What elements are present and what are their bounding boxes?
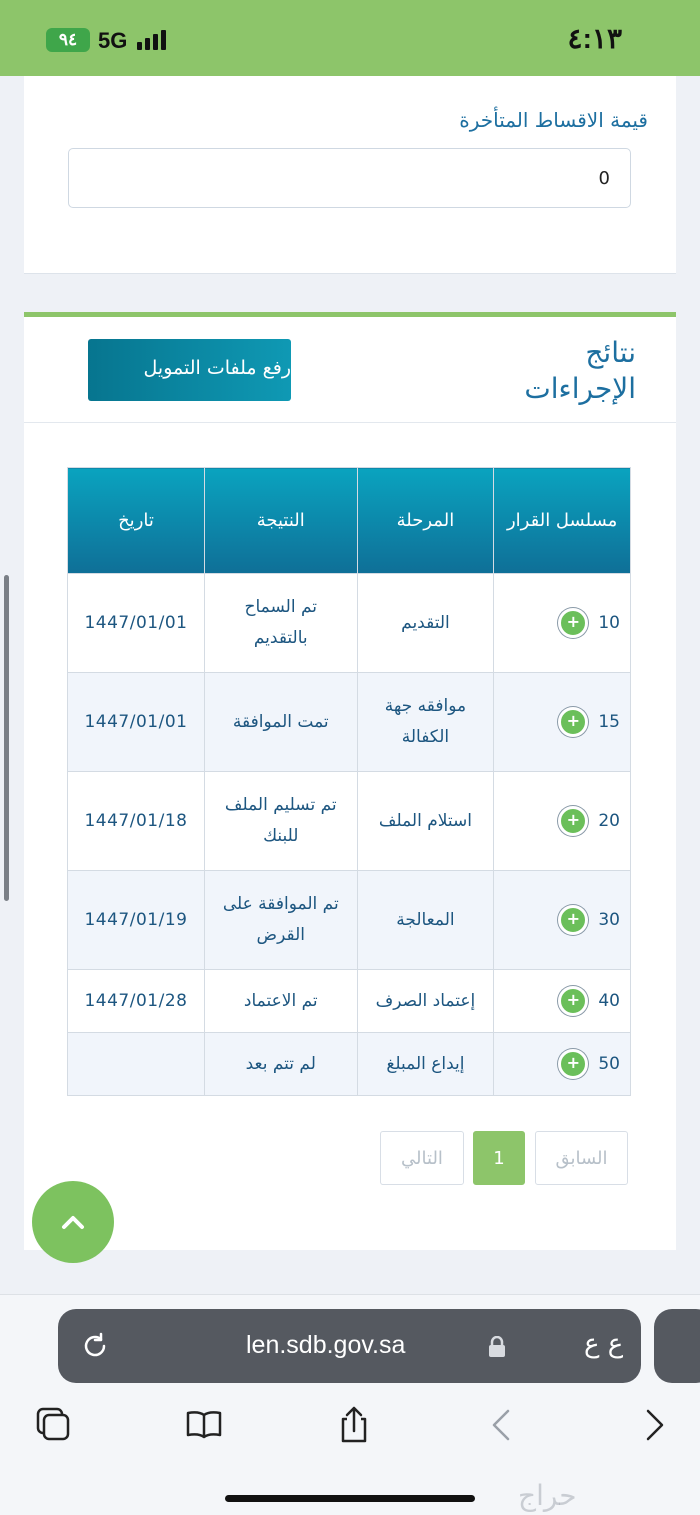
- late-installments-input[interactable]: [68, 148, 631, 208]
- scroll-to-top-button[interactable]: [32, 1181, 114, 1263]
- next-tab-address-bar[interactable]: [654, 1309, 700, 1383]
- home-indicator[interactable]: [225, 1495, 475, 1502]
- pagination-page-1[interactable]: 1: [473, 1131, 525, 1185]
- column-header-stage: المرحلة: [356, 467, 495, 574]
- result-cell: تمت الموافقة: [203, 672, 358, 772]
- procedures-card: نتائج الإجراءات رفع ملفات التمويل مسلسل …: [24, 312, 676, 1250]
- battery-level: ٩٤: [58, 30, 78, 49]
- status-time: ٤:١٣: [567, 23, 622, 54]
- procedures-table-wrap: مسلسل القرار المرحلة النتيجة تاريخ +10 ا…: [67, 467, 631, 1096]
- upload-financing-files-button[interactable]: رفع ملفات التمويل: [88, 339, 291, 401]
- serial-cell: +50: [493, 1032, 631, 1096]
- result-cell: تم الموافقة على القرض: [203, 870, 358, 970]
- watermark-logo: حراج: [518, 1479, 577, 1512]
- serial-number: 40: [598, 990, 620, 1011]
- network-type: 5G: [98, 28, 128, 53]
- lock-icon: [489, 1336, 505, 1357]
- date-cell: 1447/01/28: [67, 969, 205, 1033]
- late-installments-card: قيمة الاقساط المتأخرة: [24, 76, 676, 274]
- table-header-row: مسلسل القرار المرحلة النتيجة تاريخ: [67, 467, 631, 574]
- serial-number: 15: [598, 711, 620, 732]
- pagination-prev-button[interactable]: السابق: [535, 1131, 628, 1185]
- serial-cell: +20: [493, 771, 631, 871]
- stage-cell: المعالجة: [356, 870, 495, 970]
- chevron-up-icon: [62, 1216, 84, 1229]
- share-icon[interactable]: [334, 1405, 374, 1445]
- result-cell: تم تسليم الملف للبنك: [203, 771, 358, 871]
- procedures-table: مسلسل القرار المرحلة النتيجة تاريخ +10 ا…: [67, 467, 631, 1096]
- browser-toolbar: len.sdb.gov.sa ع ع حراج: [0, 1294, 700, 1515]
- stage-cell: إعتماد الصرف: [356, 969, 495, 1033]
- serial-number: 30: [598, 909, 620, 930]
- serial-number: 20: [598, 810, 620, 831]
- expand-row-plus-icon[interactable]: +: [558, 806, 589, 836]
- expand-row-plus-icon[interactable]: +: [558, 608, 589, 638]
- address-bar[interactable]: len.sdb.gov.sa ع ع: [58, 1309, 641, 1383]
- bookmarks-icon[interactable]: [184, 1405, 224, 1445]
- column-header-result: النتيجة: [203, 467, 358, 574]
- date-cell: 1447/01/18: [67, 771, 205, 871]
- serial-cell: +40: [493, 969, 631, 1033]
- signal-strength-icon: [137, 30, 171, 50]
- date-cell: 1447/01/01: [67, 573, 205, 673]
- procedures-header: نتائج الإجراءات رفع ملفات التمويل: [24, 317, 676, 423]
- date-cell: [67, 1032, 205, 1096]
- table-row: +20 استلام الملف تم تسليم الملف للبنك 14…: [67, 771, 631, 871]
- late-installments-label: قيمة الاقساط المتأخرة: [459, 108, 648, 132]
- table-row: +30 المعالجة تم الموافقة على القرض 1447/…: [67, 870, 631, 970]
- stage-cell: موافقه جهة الكفالة: [356, 672, 495, 772]
- result-cell: تم السماح بالتقديم: [203, 573, 358, 673]
- upload-button-label: رفع ملفات التمويل: [143, 357, 291, 379]
- date-cell: 1447/01/01: [67, 672, 205, 772]
- serial-cell: +15: [493, 672, 631, 772]
- page-scrollbar[interactable]: [4, 575, 9, 901]
- column-header-date: تاريخ: [67, 467, 205, 574]
- stage-cell: إيداع المبلغ: [356, 1032, 495, 1096]
- url-text: len.sdb.gov.sa: [246, 1331, 406, 1359]
- expand-row-plus-icon[interactable]: +: [558, 707, 589, 737]
- pagination-next-button[interactable]: التالي: [380, 1131, 464, 1185]
- result-cell: تم الاعتماد: [203, 969, 358, 1033]
- battery-indicator: ٩٤: [46, 28, 90, 52]
- table-row: +15 موافقه جهة الكفالة تمت الموافقة 1447…: [67, 672, 631, 772]
- text-size-button[interactable]: ع ع: [584, 1329, 623, 1359]
- column-header-serial: مسلسل القرار: [493, 467, 631, 574]
- procedures-title: نتائج الإجراءات: [524, 336, 636, 405]
- serial-cell: +30: [493, 870, 631, 970]
- status-bar: ٩٤ 5G ٤:١٣: [0, 0, 700, 76]
- stage-cell: استلام الملف: [356, 771, 495, 871]
- date-cell: 1447/01/19: [67, 870, 205, 970]
- serial-cell: +10: [493, 573, 631, 673]
- expand-row-plus-icon[interactable]: +: [558, 986, 589, 1016]
- serial-number: 10: [598, 612, 620, 633]
- stage-cell: التقديم: [356, 573, 495, 673]
- expand-row-plus-icon[interactable]: +: [558, 1049, 589, 1079]
- tabs-icon[interactable]: [34, 1405, 74, 1445]
- expand-row-plus-icon[interactable]: +: [558, 905, 589, 935]
- result-cell: لم تتم بعد: [203, 1032, 358, 1096]
- table-row: +50 إيداع المبلغ لم تتم بعد: [67, 1032, 631, 1096]
- table-row: +10 التقديم تم السماح بالتقديم 1447/01/0…: [67, 573, 631, 673]
- reload-icon[interactable]: [80, 1331, 110, 1361]
- back-chevron-icon[interactable]: [482, 1405, 522, 1445]
- forward-chevron-icon[interactable]: [634, 1405, 674, 1445]
- table-row: +40 إعتماد الصرف تم الاعتماد 1447/01/28: [67, 969, 631, 1033]
- serial-number: 50: [598, 1053, 620, 1074]
